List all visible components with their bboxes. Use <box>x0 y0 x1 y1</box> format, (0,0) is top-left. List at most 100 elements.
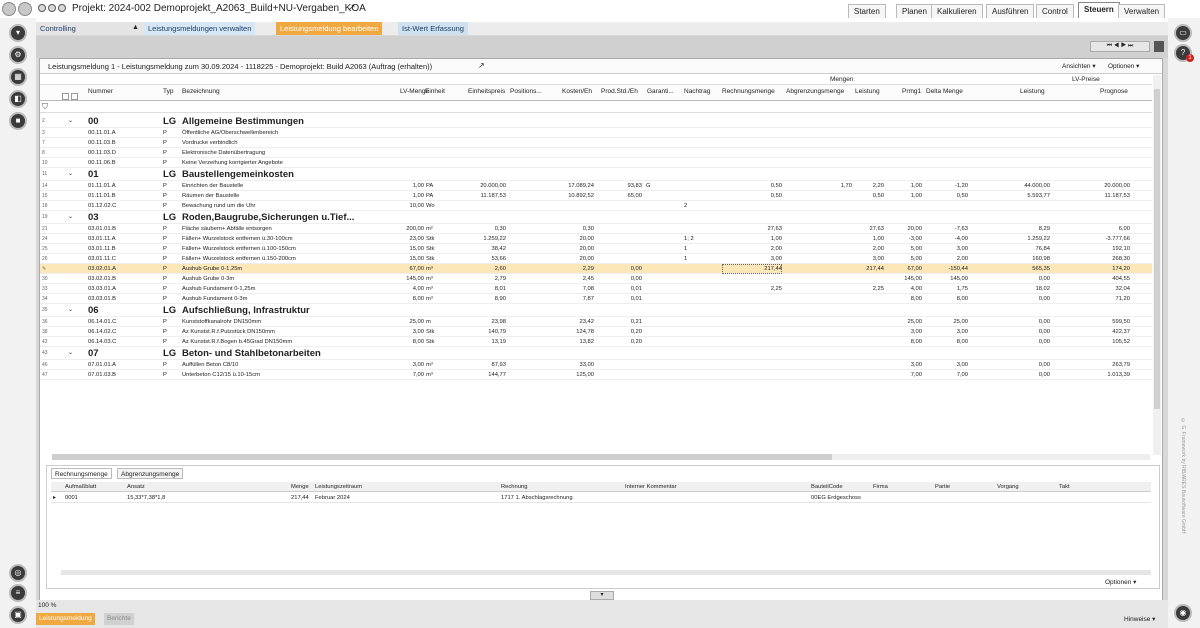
cell-rm[interactable]: 0,50 <box>722 181 782 191</box>
window-dot-icon[interactable] <box>38 4 46 12</box>
layout-icon[interactable]: ◧ <box>9 90 27 108</box>
cell-typ[interactable]: P <box>163 294 181 304</box>
table-row[interactable]: ✎ 03.02.01.A P Aushub Grube 0-1,25m 67,00 m³ 2… <box>40 264 1152 274</box>
cell-na[interactable]: 1; 2 <box>684 234 712 244</box>
cell-bez[interactable]: Keine Verzeihung korrigierter Angebote <box>182 158 392 168</box>
tab-berichte[interactable]: Berichte <box>104 613 134 625</box>
cell-na[interactable]: 1 <box>684 244 712 254</box>
cell-eh[interactable]: m³ <box>426 284 448 294</box>
cell-typ[interactable]: P <box>163 337 181 347</box>
list-icon[interactable]: ≡ <box>9 584 27 602</box>
cell-dm[interactable]: -7,63 <box>924 224 968 234</box>
bh-leistungszeitraum[interactable]: Leistungszeitraum <box>315 482 362 492</box>
cell-pm[interactable]: 1,00 <box>886 191 922 201</box>
cell-lvl[interactable]: 5.593,77 <box>974 191 1050 201</box>
table-row[interactable]: 24 03.01.11.A P Fällen+ Wurzelstock entfern… <box>40 234 1152 244</box>
cell-bez[interactable]: Baustellengemeinkosten <box>182 168 392 181</box>
nav-starten[interactable]: Starten <box>848 4 886 18</box>
hinweise-menu[interactable]: Hinweise ▾ <box>1124 615 1155 623</box>
layout-toggle-icon[interactable] <box>1154 41 1164 52</box>
cell-typ[interactable]: P <box>163 327 181 337</box>
cell-typ[interactable]: P <box>163 244 181 254</box>
collapse-chevron-icon[interactable]: ⌄ <box>68 347 78 360</box>
bh-firma[interactable]: Firma <box>873 482 888 492</box>
cell-lvm[interactable]: 15,00 <box>392 254 424 264</box>
overview-icon[interactable]: ◉ <box>1174 604 1192 622</box>
cell-typ[interactable]: P <box>163 264 181 274</box>
expand-all-icon[interactable] <box>71 93 78 100</box>
cell-bez[interactable]: Vordrucke verbindlich <box>182 138 392 148</box>
cell-zeitraum[interactable]: Februar 2024 <box>315 493 350 503</box>
col-prognose[interactable]: Prognose <box>1100 88 1128 95</box>
cell-bez[interactable]: Roden,Baugrube,Sicherungen u.Tief... <box>182 211 392 224</box>
cell-pg[interactable]: 71,20 <box>1052 294 1130 304</box>
cell-dm[interactable]: 3,00 <box>924 327 968 337</box>
cell-ko[interactable]: 2,45 <box>548 274 594 284</box>
cell-eh[interactable]: Stk <box>426 254 448 264</box>
cell-lvl[interactable]: 0,00 <box>974 327 1050 337</box>
collapse-chevron-icon[interactable]: ⌄ <box>68 211 78 224</box>
collapse-chevron-icon[interactable]: ⌄ <box>68 304 78 317</box>
cell-dm[interactable]: 0,50 <box>924 191 968 201</box>
cell-nr[interactable]: 01.12.02.C <box>88 201 160 211</box>
cell-nr[interactable]: 07.01.01.A <box>88 360 160 370</box>
cell-nr[interactable]: 01.11.01.B <box>88 191 160 201</box>
breadcrumb-istwert[interactable]: Ist-Wert Erfassung <box>398 22 468 35</box>
cell-nr[interactable]: 06.14.01.C <box>88 317 160 327</box>
cell-ko[interactable]: 7,87 <box>548 294 594 304</box>
cell-ko[interactable]: 17.089,24 <box>548 181 594 191</box>
cell-pm[interactable]: 1,00 <box>886 181 922 191</box>
tab-rechnungsmenge[interactable]: Rechnungsmenge <box>51 468 112 479</box>
cell-nr[interactable]: 03.03.01.A <box>88 284 160 294</box>
cell-ep[interactable]: 13,19 <box>462 337 506 347</box>
cell-pm[interactable]: -3,00 <box>886 234 922 244</box>
stop-icon[interactable]: ■ <box>9 112 27 130</box>
bh-rechnung[interactable]: Rechnung <box>501 482 527 492</box>
cell-nr[interactable]: 03.01.11.A <box>88 234 160 244</box>
cell-lvm[interactable]: 10,00 <box>392 201 424 211</box>
group-row[interactable]: 35 06 LG Aufschließung, Infrastruktur ⌄ <box>40 304 1152 317</box>
cell-nr[interactable]: 01.11.01.A <box>88 181 160 191</box>
cell-pm[interactable]: 145,00 <box>886 274 922 284</box>
cell-menge[interactable]: 217,44 <box>291 493 309 503</box>
cell-pm[interactable]: 7,00 <box>886 370 922 380</box>
cell-bez[interactable]: Aushub Grube 0-1,25m <box>182 264 392 274</box>
table-row[interactable]: 10 00.11.06.B P Keine Verzeihung korrigiert… <box>40 158 1152 168</box>
filter-icon[interactable]: ⛉ <box>42 102 48 112</box>
cell-eh[interactable]: m <box>426 317 448 327</box>
cell-ep[interactable]: 8,90 <box>462 294 506 304</box>
window-dot-icon[interactable] <box>48 4 56 12</box>
table-row[interactable]: 36 06.14.01.C P Kunststoffkanalrohr DN150mm… <box>40 317 1152 327</box>
cell-pg[interactable]: 192,10 <box>1052 244 1130 254</box>
cell-eh[interactable]: m² <box>426 224 448 234</box>
cell-nr[interactable]: 03.03.01.B <box>88 294 160 304</box>
cell-lvm[interactable]: 23,00 <box>392 234 424 244</box>
cell-pg[interactable]: 1.013,39 <box>1052 370 1130 380</box>
cell-pr[interactable]: 65,00 <box>596 191 642 201</box>
collapse-chevron-icon[interactable]: ⌄ <box>68 168 78 181</box>
table-row[interactable]: 47 07.01.03.B P Unterbeton C12/15 ü.10-15cm… <box>40 370 1152 380</box>
cell-dm[interactable]: 3,00 <box>924 244 968 254</box>
calendar-icon[interactable]: ▦ <box>9 68 27 86</box>
cell-ko[interactable]: 125,00 <box>548 370 594 380</box>
cell-ep[interactable]: 144,77 <box>462 370 506 380</box>
cell-pg[interactable]: -3.777,66 <box>1052 234 1131 244</box>
cell-lvl[interactable]: 1.259,22 <box>974 234 1050 244</box>
cell-typ[interactable]: LG <box>163 347 181 360</box>
bh-vorgang[interactable]: Vorgang <box>997 482 1019 492</box>
cell-eh[interactable]: Wo <box>426 201 448 211</box>
cell-pg[interactable]: 174,20 <box>1052 264 1130 274</box>
record-navigation[interactable]: ⏮ ◀ ▶ ⏭ <box>1090 41 1150 52</box>
table-row[interactable]: 14 01.11.01.A P Einrichten der Baustelle 1,0… <box>40 181 1152 191</box>
navigation-icon[interactable]: ◎ <box>9 564 27 582</box>
col-nummer[interactable]: Nummer <box>88 88 113 95</box>
table-row[interactable]: 42 06.14.03.C P Az Kunstst.R.f.Bogen b.45Gr… <box>40 337 1152 347</box>
cell-dm[interactable]: 145,00 <box>924 274 968 284</box>
window-dot-icon[interactable] <box>58 4 66 12</box>
cell-lvm[interactable]: 1,00 <box>392 191 424 201</box>
cell-pg[interactable]: 32,04 <box>1052 284 1130 294</box>
save-icon[interactable]: ▭ <box>1174 24 1192 42</box>
cell-dm[interactable]: 7,00 <box>924 370 968 380</box>
cell-typ[interactable]: P <box>163 138 181 148</box>
table-row[interactable]: 7 00.11.03.B P Vordrucke verbindlich <box>40 138 1152 148</box>
